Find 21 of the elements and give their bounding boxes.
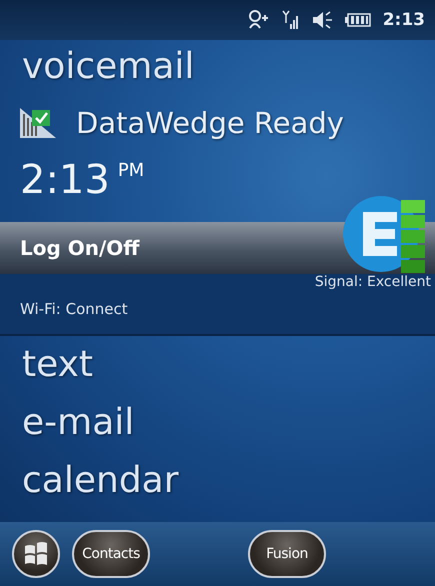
flag-icon — [23, 542, 49, 566]
clock-time: 2:13 — [20, 160, 110, 200]
status-text: DataWedge Ready — [76, 106, 344, 140]
softkey-button[interactable]: Fusion — [248, 530, 326, 578]
menu-item[interactable]: text — [0, 336, 435, 394]
menu-item-label[interactable]: Log On/Off — [20, 236, 140, 260]
menu-item[interactable]: e-mail — [0, 394, 435, 452]
softkey-button[interactable]: Contacts — [72, 530, 150, 578]
menu-item[interactable]: voicemail — [0, 40, 435, 94]
menu-item[interactable]: calendar — [0, 452, 435, 510]
barcode-check-icon — [18, 106, 58, 140]
wifi-status: Wi-Fi: Connect — [19, 299, 129, 318]
signal-icon — [280, 9, 299, 31]
battery-icon — [344, 13, 371, 27]
status-row[interactable]: DataWedge Ready — [0, 94, 435, 152]
start-button[interactable] — [12, 530, 60, 578]
status-time: 2:13 — [382, 10, 425, 30]
people-icon — [246, 9, 269, 31]
speaker-icon — [310, 10, 333, 30]
signal-status: Signal: Excellent — [314, 274, 432, 290]
clock-suffix: PM — [118, 160, 144, 181]
